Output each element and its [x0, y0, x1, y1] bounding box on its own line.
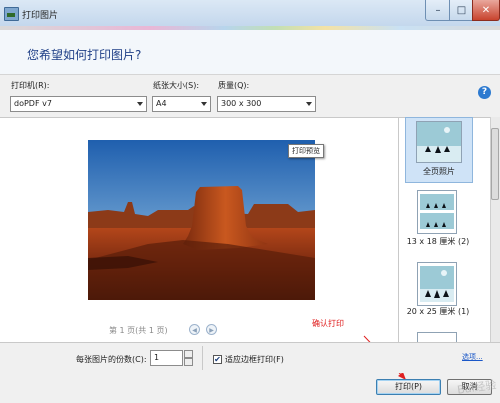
divider: [0, 74, 500, 75]
window-title: 打印图片: [22, 11, 59, 21]
layout-thumbnail-image: [420, 194, 454, 229]
copies-increment-button[interactable]: [184, 350, 193, 358]
dialog-question: 您希望如何打印图片?: [27, 48, 142, 62]
layout-item-13x18[interactable]: 13 x 18 厘米 (2): [405, 190, 471, 250]
maximize-button[interactable]: □: [449, 0, 474, 21]
printer-value: doPDF v7: [14, 99, 52, 108]
print-button[interactable]: 打印(P): [376, 379, 441, 395]
page-indicator: 第 1 页(共 1 页): [109, 326, 168, 335]
minimize-button[interactable]: –: [425, 0, 451, 21]
print-pictures-dialog: 打印图片 – □ ✕ 您希望如何打印图片? 打印机(R): 纸张大小(S): 质…: [0, 0, 500, 403]
copies-label: 每张图片的份数(C):: [76, 355, 147, 364]
scrollbar-thumb[interactable]: [491, 128, 499, 200]
copies-decrement-button[interactable]: [184, 358, 193, 366]
copies-input[interactable]: 1: [150, 350, 183, 366]
paper-size-value: A4: [156, 99, 167, 108]
help-icon[interactable]: ?: [478, 86, 491, 99]
close-button[interactable]: ✕: [472, 0, 500, 21]
previous-page-button[interactable]: ◀: [189, 324, 200, 335]
chevron-down-icon: [201, 102, 207, 106]
desert-landscape-image: [88, 140, 315, 300]
layout-thumbnail: [417, 332, 457, 342]
quality-label: 质量(Q):: [218, 81, 250, 90]
printer-label: 打印机(R):: [11, 81, 50, 90]
print-preview-tooltip: 打印预览: [288, 144, 324, 158]
printer-select[interactable]: doPDF v7: [10, 96, 147, 112]
layout-thumbnail-image: [420, 266, 454, 302]
title-bar: 打印图片 – □ ✕: [0, 0, 500, 29]
layout-thumbnail: [417, 190, 457, 234]
options-link[interactable]: 选项...: [462, 352, 483, 362]
layout-thumbnail: [417, 262, 457, 306]
quality-value: 300 x 300: [221, 99, 262, 108]
picture-icon: [4, 7, 19, 21]
layout-thumbnail-image: [417, 122, 461, 162]
layout-item-20x25[interactable]: 20 x 25 厘米 (1): [405, 262, 471, 322]
paper-size-label: 纸张大小(S):: [153, 81, 200, 90]
layout-label: 全页照片: [423, 167, 455, 176]
layout-label: 13 x 18 厘米 (2): [406, 237, 470, 246]
quality-select[interactable]: 300 x 300: [217, 96, 316, 112]
fit-to-frame-label: 适应边框打印(F): [225, 355, 284, 364]
confirm-print-annotation: 确认打印: [312, 319, 344, 328]
preview-photo: [88, 140, 315, 300]
chevron-down-icon: [306, 102, 312, 106]
layout-label: 20 x 25 厘米 (1): [406, 307, 470, 316]
divider: [202, 346, 203, 370]
layout-item-full-page[interactable]: 全页照片: [405, 117, 473, 183]
fit-to-frame-checkbox[interactable]: ✔: [213, 355, 222, 364]
paper-size-select[interactable]: A4: [152, 96, 211, 112]
layout-thumbnail: [416, 121, 462, 163]
next-page-button[interactable]: ▶: [206, 324, 217, 335]
layout-item-partial[interactable]: [405, 332, 471, 342]
chevron-down-icon: [137, 102, 143, 106]
